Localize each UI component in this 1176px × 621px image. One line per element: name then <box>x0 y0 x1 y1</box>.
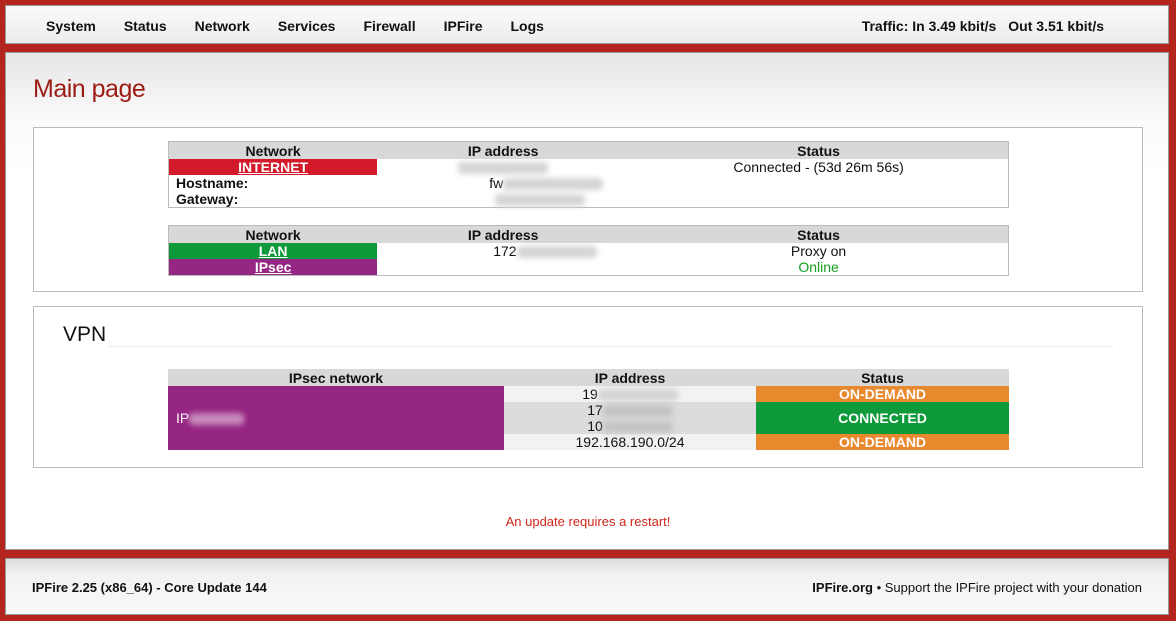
table-header-row: Network IP address Status <box>168 225 1009 243</box>
column-header-network: Network <box>168 141 378 159</box>
ipsec-status: Online <box>798 259 839 275</box>
status-badge: CONNECTED <box>756 402 1009 434</box>
internet-link[interactable]: INTERNET <box>168 159 378 175</box>
redacted-ip <box>458 162 549 175</box>
menu-item-logs[interactable]: Logs <box>511 18 544 34</box>
version-info: IPFire 2.25 (x86_64) - Core Update 144 <box>32 580 267 595</box>
lan-status: Proxy on <box>790 243 847 259</box>
network-status-panel: Network IP address Status INTERNET Conne… <box>33 127 1143 292</box>
menu-item-network[interactable]: Network <box>195 18 250 34</box>
gateway-value <box>377 191 629 208</box>
hostname-label: Hostname: <box>176 175 249 191</box>
column-header-ip: IP address <box>377 141 630 159</box>
update-notice: An update requires a restart! <box>505 514 671 529</box>
vpn-table: IPsec network IP address Status IP 19 ON… <box>168 369 1009 450</box>
vpn-row: IP 19 ON-DEMAND <box>168 386 1009 450</box>
traffic-out: Out 3.51 kbit/s <box>1008 17 1104 34</box>
vpn-ip: 17 <box>504 402 756 418</box>
column-header-ipsec-network: IPsec network <box>168 369 504 386</box>
vpn-ip-prefix: 19 <box>582 386 598 402</box>
gateway-label: Gateway: <box>176 191 239 207</box>
footer: IPFire 2.25 (x86_64) - Core Update 144 I… <box>5 558 1169 615</box>
ipsec-network-cell[interactable]: IP <box>168 386 504 450</box>
internet-table: Network IP address Status INTERNET Conne… <box>168 141 1009 208</box>
local-networks-table: Network IP address Status LAN 172 Proxy … <box>168 225 1009 276</box>
column-header-status: Status <box>756 369 1009 386</box>
vpn-ip: 19 <box>504 386 756 402</box>
lan-link[interactable]: LAN <box>168 243 378 259</box>
vpn-ip-prefix: 10 <box>587 418 603 434</box>
column-header-network: Network <box>168 225 378 243</box>
donation-text: • Support the IPFire project with your d… <box>872 580 1142 595</box>
top-navigation-bar: System Status Network Services Firewall … <box>5 5 1169 44</box>
lan-ip-prefix: 172 <box>493 243 517 259</box>
ipfire-link[interactable]: IPFire.org <box>812 580 873 595</box>
traffic-indicator: Traffic: In 3.49 kbit/s Out 3.51 kbit/s <box>850 6 1104 45</box>
vpn-panel: VPN IPsec network IP address Status IP 1… <box>33 306 1143 468</box>
internet-ip <box>377 159 629 175</box>
redacted-ip <box>602 405 673 418</box>
status-badge: ON-DEMAND <box>756 434 1009 450</box>
vpn-ip-prefix: 17 <box>587 402 603 418</box>
main-menu: System Status Network Services Firewall … <box>6 6 544 45</box>
lan-row: LAN 172 Proxy on <box>168 243 1009 259</box>
table-header-row: Network IP address Status <box>168 141 1009 159</box>
hostname-prefix: fw <box>489 175 504 191</box>
column-header-status: Status <box>629 225 1009 243</box>
redacted-hostname <box>503 178 604 191</box>
main-content: Main page Network IP address Status INTE… <box>5 52 1169 550</box>
gateway-row: Gateway: <box>169 191 1009 208</box>
vpn-ip: 10 <box>504 418 756 434</box>
column-header-ip: IP address <box>377 225 630 243</box>
column-header-ip: IP address <box>504 369 756 386</box>
ipsec-link[interactable]: IPsec <box>168 259 378 276</box>
ipsec-network-prefix: IP <box>176 410 190 426</box>
redacted-ip <box>602 421 673 434</box>
internet-status: Connected - (53d 26m 56s) <box>733 159 904 175</box>
redacted-network-name <box>189 413 245 426</box>
menu-item-services[interactable]: Services <box>278 18 336 34</box>
vpn-ip: 192.168.190.0/24 <box>504 434 756 450</box>
menu-item-status[interactable]: Status <box>124 18 167 34</box>
divider <box>109 346 1113 347</box>
lan-ip: 172 <box>377 243 629 259</box>
hostname-value: fw <box>377 175 629 191</box>
menu-item-system[interactable]: System <box>46 18 96 34</box>
menu-item-firewall[interactable]: Firewall <box>363 18 415 34</box>
redacted-gateway <box>495 194 586 207</box>
table-header-row: IPsec network IP address Status <box>168 369 1009 386</box>
menu-item-ipfire[interactable]: IPFire <box>444 18 483 34</box>
status-badge: ON-DEMAND <box>756 386 1009 402</box>
hostname-row: Hostname: fw <box>169 175 1009 191</box>
redacted-ip <box>597 389 678 402</box>
vpn-heading: VPN <box>63 323 107 346</box>
traffic-in: Traffic: In 3.49 kbit/s <box>861 17 997 34</box>
column-header-status: Status <box>629 141 1009 159</box>
redacted-lan-ip <box>516 246 597 259</box>
internet-row: INTERNET Connected - (53d 26m 56s) <box>168 159 1009 175</box>
footer-links: IPFire.org • Support the IPFire project … <box>812 580 1142 595</box>
ipsec-row: IPsec Online <box>168 259 1009 276</box>
page-title: Main page <box>33 75 146 103</box>
